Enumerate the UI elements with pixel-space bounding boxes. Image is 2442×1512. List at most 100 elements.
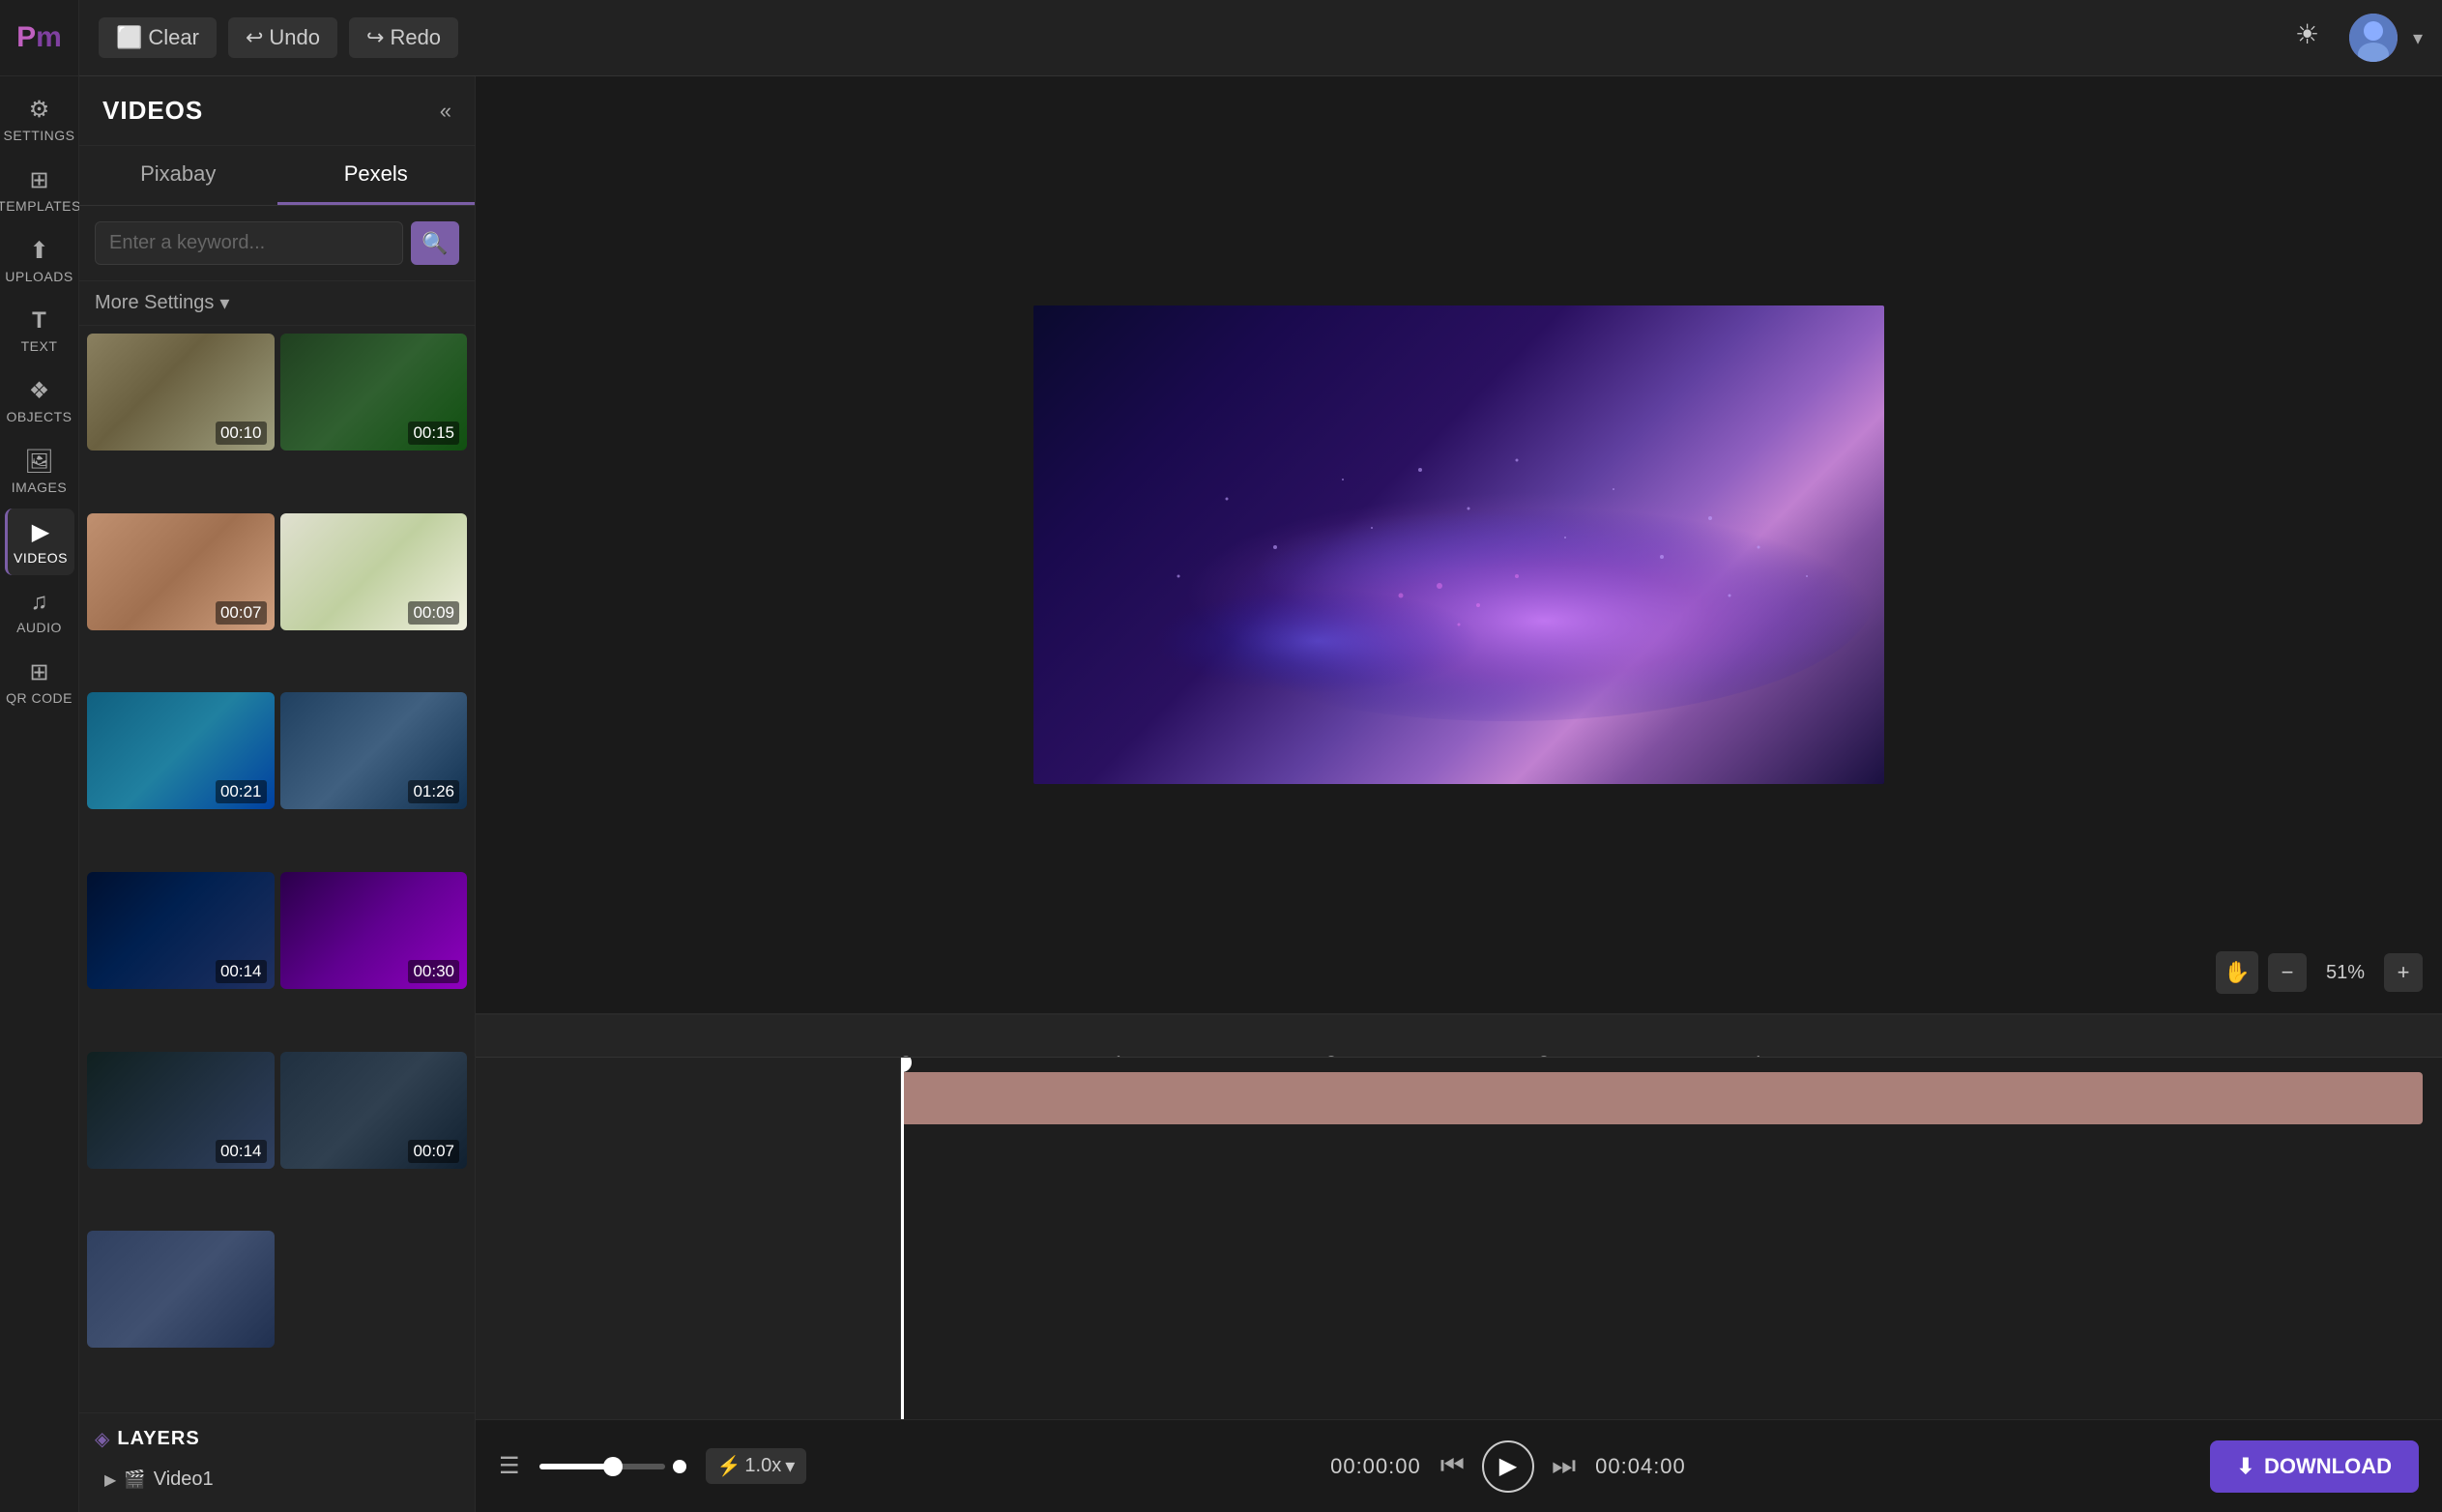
sidebar-item-settings[interactable]: ⚙ SETTINGS: [5, 86, 74, 153]
play-button[interactable]: ▶: [1482, 1440, 1534, 1493]
video-duration: 00:14: [216, 1140, 267, 1163]
list-item[interactable]: [87, 1231, 275, 1348]
more-settings-toggle[interactable]: More Settings ▾: [79, 281, 475, 326]
total-time-display: 00:04:00: [1595, 1454, 1686, 1479]
logo-text: Pm: [16, 21, 62, 54]
bottom-bar: ☰ ⚡ 1.0x ▾ 00:00:00 ⏮ ▶ ⏭ 00:04:00: [476, 1419, 2442, 1512]
timeline: 0s 1s 2s 3s 4s: [476, 1013, 2442, 1419]
zoom-in-button[interactable]: +: [2384, 953, 2423, 992]
list-item[interactable]: 00:30: [280, 872, 468, 989]
list-item[interactable]: 00:07: [87, 513, 275, 630]
list-item[interactable]: 00:14: [87, 872, 275, 989]
timeline-body: [476, 1058, 2442, 1419]
list-item[interactable]: 00:07: [280, 1052, 468, 1169]
volume-slider[interactable]: [539, 1464, 665, 1469]
icon-sidebar: ⚙ SETTINGS ⊞ TEMPLATES ⬆ UPLOADS T TEXT …: [0, 76, 79, 1512]
sidebar-item-objects[interactable]: ❖ OBJECTS: [5, 367, 74, 434]
video-duration: 00:10: [216, 422, 267, 445]
particle-wave-svg: [1033, 305, 1884, 784]
sidebar-item-qrcode[interactable]: ⊞ QR CODE: [5, 649, 74, 715]
timeline-left-panel: [476, 1058, 901, 1419]
speed-control[interactable]: ⚡ 1.0x ▾: [706, 1448, 807, 1484]
uploads-icon: ⬆: [29, 237, 48, 265]
collapse-panel-button[interactable]: «: [440, 99, 451, 124]
brightness-icon[interactable]: ☀: [2295, 18, 2334, 57]
video-duration: 01:26: [408, 780, 459, 803]
canvas-preview[interactable]: [1033, 305, 1884, 784]
list-item[interactable]: 00:21: [87, 692, 275, 809]
video-layer-icon: 🎬: [124, 1469, 145, 1490]
videos-panel: VIDEOS « Pixabay Pexels 🔍 More Settings …: [79, 76, 476, 1512]
search-button[interactable]: 🔍: [411, 221, 459, 265]
volume-dot: [673, 1460, 686, 1473]
search-area: 🔍: [79, 206, 475, 281]
skip-forward-button[interactable]: ⏭: [1552, 1450, 1576, 1482]
list-item[interactable]: 00:10: [87, 334, 275, 451]
tab-pixabay[interactable]: Pixabay: [79, 146, 277, 205]
templates-icon: ⊞: [29, 166, 48, 194]
timeline-ruler: 0s 1s 2s 3s 4s: [476, 1015, 2442, 1058]
text-icon: T: [32, 307, 46, 334]
timeline-playhead[interactable]: [901, 1058, 904, 1419]
video-duration: 00:15: [408, 422, 459, 445]
zoom-out-button[interactable]: −: [2268, 953, 2307, 992]
redo-button[interactable]: ↪ Redo: [349, 17, 458, 58]
redo-icon: ↪: [366, 25, 384, 50]
skip-back-button[interactable]: ⏮: [1440, 1450, 1465, 1482]
settings-icon: ⚙: [29, 96, 50, 124]
layer-item-video1[interactable]: ▶ 🎬 Video1: [95, 1461, 459, 1498]
sidebar-item-templates[interactable]: ⊞ TEMPLATES: [5, 157, 74, 223]
menu-icon[interactable]: ☰: [499, 1452, 520, 1480]
images-icon: 🖼: [24, 448, 53, 476]
current-time-display: 00:00:00: [1330, 1454, 1421, 1479]
qrcode-icon: ⊞: [29, 658, 48, 686]
layers-section: ◈ LAYERS ▶ 🎬 Video1: [79, 1412, 475, 1512]
chevron-down-icon: ▾: [219, 291, 229, 315]
speed-label: 1.0x: [744, 1455, 781, 1477]
lightning-icon: ⚡: [717, 1454, 741, 1478]
logo: Pm: [0, 0, 79, 76]
download-icon: ⬇: [2237, 1454, 2254, 1479]
tab-pexels[interactable]: Pexels: [277, 146, 476, 205]
list-item[interactable]: 00:15: [280, 334, 468, 451]
sidebar-item-videos[interactable]: ▶ VIDEOS: [5, 509, 74, 575]
undo-icon: ↩: [246, 25, 263, 50]
list-item[interactable]: 01:26: [280, 692, 468, 809]
download-button[interactable]: ⬇ DOWNLOAD: [2210, 1440, 2419, 1493]
video-duration: 00:07: [216, 601, 267, 625]
sidebar-item-uploads[interactable]: ⬆ UPLOADS: [5, 227, 74, 294]
list-item[interactable]: 00:09: [280, 513, 468, 630]
layer-label: Video1: [154, 1468, 214, 1491]
sidebar-item-text[interactable]: T TEXT: [5, 298, 74, 363]
panel-tabs: Pixabay Pexels: [79, 146, 475, 206]
expand-icon: ▶: [104, 1470, 116, 1490]
video-duration: 00:21: [216, 780, 267, 803]
canvas-area: ✋ − 51% + 0s 1s 2s 3s 4s: [476, 76, 2442, 1512]
volume-control: [539, 1460, 686, 1473]
layers-title: LAYERS: [117, 1428, 199, 1450]
hand-tool-button[interactable]: ✋: [2216, 951, 2258, 994]
list-item[interactable]: 00:14: [87, 1052, 275, 1169]
search-input[interactable]: [95, 221, 403, 265]
clear-button[interactable]: ⬜ Clear: [99, 17, 217, 58]
sidebar-item-audio[interactable]: ♫ AUDIO: [5, 579, 74, 645]
clear-icon: ⬜: [116, 25, 142, 50]
videos-icon: ▶: [32, 518, 49, 546]
zoom-level: 51%: [2316, 962, 2374, 984]
avatar-dropdown-icon[interactable]: ▾: [2413, 26, 2423, 50]
video-duration: 00:30: [408, 960, 459, 983]
search-icon: 🔍: [422, 231, 448, 256]
video-duration: 00:07: [408, 1140, 459, 1163]
chevron-down-icon: ▾: [785, 1454, 795, 1478]
audio-icon: ♫: [31, 589, 48, 616]
undo-button[interactable]: ↩ Undo: [228, 17, 337, 58]
video-duration: 00:14: [216, 960, 267, 983]
timeline-track-area[interactable]: [901, 1058, 2442, 1419]
panel-title: VIDEOS: [102, 96, 203, 126]
video-grid: 00:10 00:15 00:07 00:09 00:21 01:26 00:1…: [79, 326, 475, 1412]
avatar[interactable]: [2349, 14, 2398, 62]
sidebar-item-images[interactable]: 🖼 IMAGES: [5, 438, 74, 505]
playhead-handle[interactable]: [901, 1058, 912, 1072]
timeline-clip-video1[interactable]: [901, 1072, 2423, 1124]
canvas-controls: ✋ − 51% +: [2216, 951, 2423, 994]
